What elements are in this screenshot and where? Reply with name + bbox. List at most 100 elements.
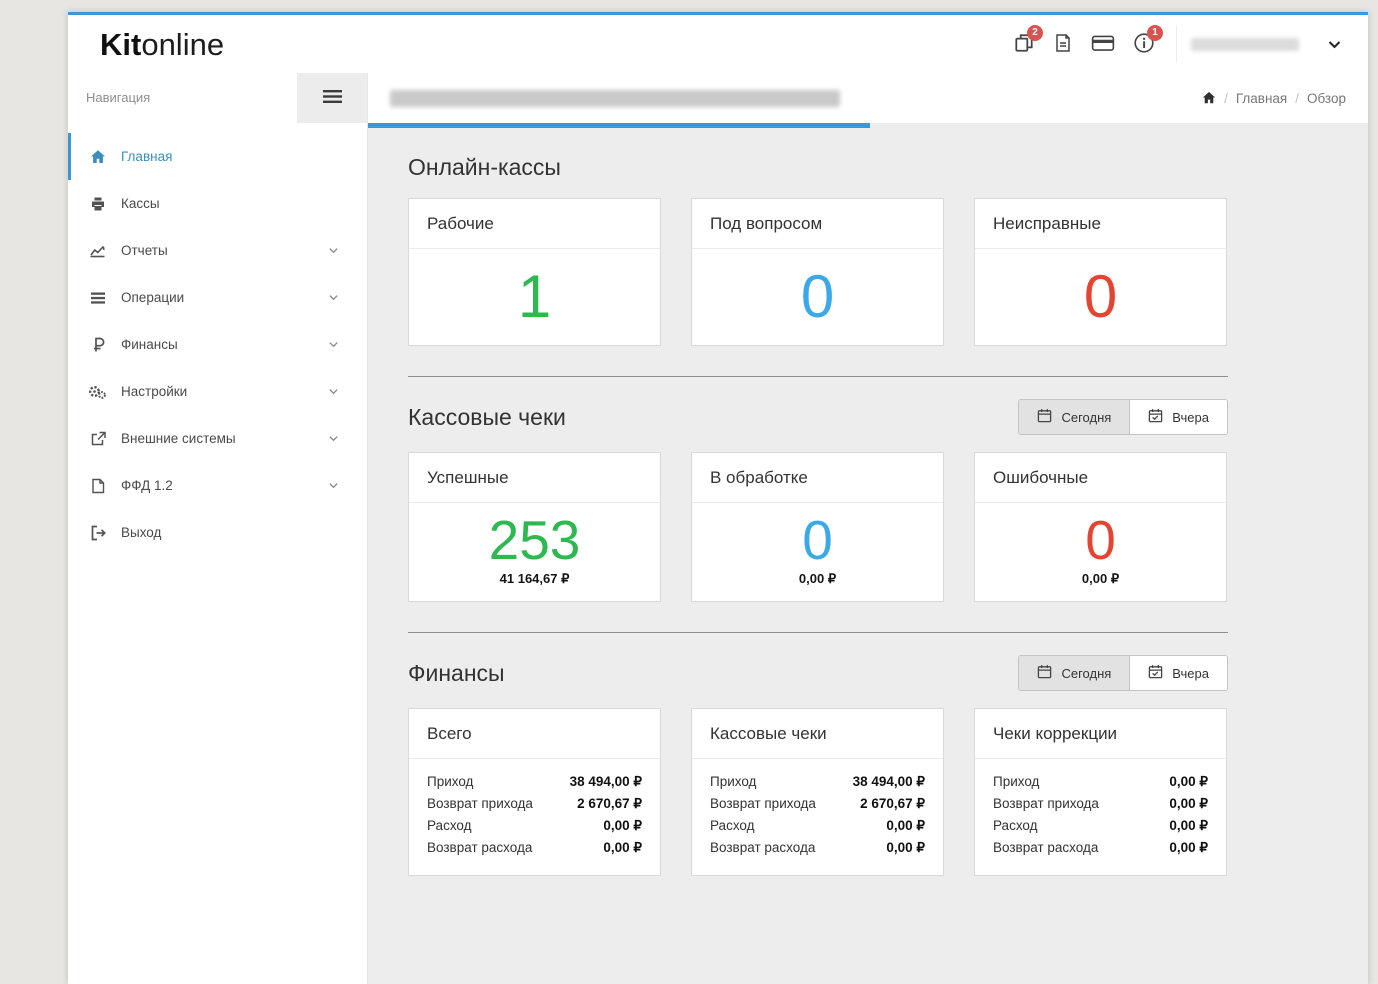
stat-amount: 41 164,67 ₽: [499, 571, 570, 586]
finances-period-toggle: Сегодня Вчера: [1018, 655, 1228, 691]
logo-text-bold: Kit: [100, 26, 142, 62]
finance-row-value: 2 670,67 ₽: [860, 796, 925, 811]
chevron-down-icon: [1327, 37, 1342, 52]
stat-value: 253: [488, 509, 581, 571]
breadcrumb-glavnaya[interactable]: Главная: [1236, 91, 1287, 106]
receipts-today-button[interactable]: Сегодня: [1019, 400, 1130, 434]
sidebar-item-label: ФФД 1.2: [121, 478, 173, 493]
app-logo[interactable]: Kitonline: [68, 29, 365, 60]
stat-card-uspeshnye: Успешные 253 41 164,67 ₽: [408, 452, 661, 602]
breadcrumb-current: Обзор: [1307, 90, 1346, 106]
finance-card-vsego: Всего Приход 38 494,00 ₽ Возврат прихода…: [408, 708, 661, 876]
notifications-badge: 1: [1147, 24, 1163, 41]
finance-row-label: Приход: [710, 774, 757, 789]
header: Kitonline 2 1: [68, 15, 1368, 73]
finance-card-kassovye-cheki: Кассовые чеки Приход 38 494,00 ₽ Возврат…: [691, 708, 944, 876]
stat-value: 0: [802, 509, 833, 571]
finances-yesterday-button[interactable]: Вчера: [1129, 656, 1227, 690]
documents-button[interactable]: 2: [1013, 24, 1043, 57]
stat-card-oshibochnye: Ошибочные 0 0,00 ₽: [974, 452, 1227, 602]
ruble-icon: [87, 337, 108, 353]
gears-icon: [87, 384, 108, 400]
finance-row-value: 0,00 ₽: [886, 840, 925, 855]
finance-row-value: 2 670,67 ₽: [577, 796, 642, 811]
documents-badge: 2: [1027, 24, 1043, 41]
breadcrumb: / Главная / Обзор: [1202, 91, 1346, 106]
sidebar-item-vneshnie-sistemy[interactable]: Внешние системы: [68, 415, 367, 462]
breadcrumb-separator: /: [1224, 90, 1228, 106]
card-title: Ошибочные: [975, 453, 1226, 503]
stat-value: 0: [1085, 509, 1116, 571]
finance-row-label: Возврат прихода: [993, 796, 1099, 811]
hamburger-icon: [322, 89, 342, 107]
sidebar-item-glavnaya[interactable]: Главная: [68, 133, 367, 180]
header-divider: [1176, 26, 1177, 62]
finance-row-value: 38 494,00 ₽: [852, 774, 925, 789]
sidebar-item-label: Главная: [121, 149, 173, 164]
finance-row-label: Возврат расхода: [993, 840, 1099, 855]
sidebar-item-label: Настройки: [121, 384, 188, 399]
topbar: / Главная / Обзор: [368, 73, 1368, 123]
sidebar-item-ffd[interactable]: ФФД 1.2: [68, 462, 367, 509]
chevron-down-icon: [328, 386, 339, 397]
breadcrumb-separator: /: [1295, 90, 1299, 106]
sidebar-title: Навигация: [86, 90, 151, 105]
sidebar-item-label: Операции: [121, 290, 185, 305]
sidebar-item-kassy[interactable]: Кассы: [68, 180, 367, 227]
sidebar-item-finansy[interactable]: Финансы: [68, 321, 367, 368]
finance-row-value: 0,00 ₽: [603, 818, 642, 833]
finance-card-cheki-korrekcii: Чеки коррекции Приход 0,00 ₽ Возврат при…: [974, 708, 1227, 876]
finances-today-button[interactable]: Сегодня: [1019, 656, 1130, 690]
receipts-yesterday-button[interactable]: Вчера: [1129, 400, 1227, 434]
finance-row-label: Возврат расхода: [710, 840, 816, 855]
sidebar-item-otchety[interactable]: Отчеты: [68, 227, 367, 274]
sidebar: Навигация Главная Кассы Отчеты Операции …: [68, 73, 368, 984]
card-title: Кассовые чеки: [692, 709, 943, 759]
section-divider: [408, 632, 1228, 633]
finance-row: Возврат расхода 0,00 ₽: [710, 837, 925, 859]
card-title: Неисправные: [975, 199, 1226, 249]
sidebar-toggle-button[interactable]: [297, 73, 367, 123]
sidebar-item-operacii[interactable]: Операции: [68, 274, 367, 321]
company-name-redacted: [390, 89, 840, 107]
pdf-export-button[interactable]: [1053, 32, 1073, 57]
stat-card-rabochie: Рабочие 1: [408, 198, 661, 346]
home-icon[interactable]: [1202, 91, 1216, 105]
card-title: Под вопросом: [692, 199, 943, 249]
sidebar-item-nastroyki[interactable]: Настройки: [68, 368, 367, 415]
button-label: Вчера: [1172, 409, 1209, 425]
button-label: Сегодня: [1061, 409, 1112, 425]
external-link-icon: [87, 431, 108, 447]
card-title: Успешные: [409, 453, 660, 503]
user-menu[interactable]: [1191, 37, 1368, 52]
finance-row-value: 0,00 ₽: [1169, 796, 1208, 811]
finance-row-label: Расход: [710, 818, 755, 833]
finance-row-label: Расход: [993, 818, 1038, 833]
button-label: Сегодня: [1061, 665, 1112, 681]
section-divider: [408, 376, 1228, 377]
list-icon: [87, 290, 108, 306]
printer-icon: [87, 196, 108, 212]
finance-row-value: 0,00 ₽: [603, 840, 642, 855]
notifications-button[interactable]: 1: [1133, 24, 1163, 57]
sidebar-item-label: Внешние системы: [121, 431, 236, 446]
stat-amount: 0,00 ₽: [1081, 571, 1120, 586]
finance-row: Приход 38 494,00 ₽: [710, 771, 925, 793]
finance-row: Расход 0,00 ₽: [993, 815, 1208, 837]
home-icon: [87, 149, 108, 165]
finance-row-label: Приход: [993, 774, 1040, 789]
receipts-period-toggle: Сегодня Вчера: [1018, 399, 1228, 435]
sidebar-item-vyhod[interactable]: Выход: [68, 509, 367, 556]
finance-row-value: 0,00 ₽: [1169, 774, 1208, 789]
finance-row-label: Возврат расхода: [427, 840, 533, 855]
payments-button[interactable]: [1091, 33, 1115, 56]
finance-row: Расход 0,00 ₽: [427, 815, 642, 837]
stat-card-neispravnye: Неисправные 0: [974, 198, 1227, 346]
finance-row: Возврат прихода 0,00 ₽: [993, 793, 1208, 815]
card-title: Рабочие: [409, 199, 660, 249]
calendar-check-icon: [1148, 664, 1163, 682]
document-icon: [87, 478, 108, 494]
line-chart-icon: [87, 243, 108, 259]
stat-card-pod-voprosom: Под вопросом 0: [691, 198, 944, 346]
sign-out-icon: [87, 525, 108, 541]
